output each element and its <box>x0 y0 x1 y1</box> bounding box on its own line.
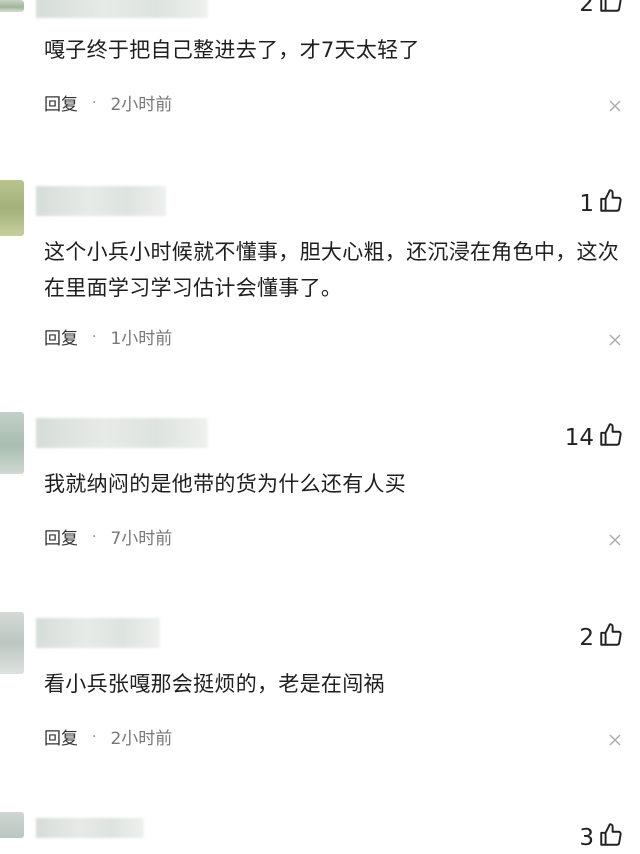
avatar[interactable] <box>0 412 24 474</box>
thumbs-up-icon <box>598 822 624 854</box>
comment-text: 看小兵张嘎那会挺烦的，老是在闯祸 <box>44 672 385 696</box>
comment-meta: 回复 · 7小时前 <box>44 524 173 550</box>
close-icon[interactable] <box>608 532 622 546</box>
separator-dot: · <box>92 328 97 345</box>
reply-button[interactable]: 回复 <box>44 90 78 115</box>
comment-time: 1小时前 <box>110 329 173 349</box>
like-button[interactable]: 1 <box>579 188 624 220</box>
thumbs-up-icon <box>598 422 624 454</box>
comment-text: 这个小兵小时候就不懂事，胆大心粗，还沉浸在角色中，这次在里面学习学习估计会懂事了… <box>44 240 620 300</box>
like-count: 14 <box>564 425 594 451</box>
comment-meta: 回复 · 2小时前 <box>44 90 173 116</box>
username-blurred <box>36 418 208 448</box>
separator-dot: · <box>92 528 97 545</box>
like-count: 2 <box>579 0 594 17</box>
thumbs-up-icon <box>598 0 624 20</box>
like-count: 2 <box>579 625 594 651</box>
separator-dot: · <box>92 728 97 745</box>
comment-meta: 回复 · 2小时前 <box>44 724 173 750</box>
like-count: 3 <box>579 825 594 851</box>
separator-dot: · <box>92 94 97 111</box>
avatar[interactable] <box>0 180 24 236</box>
username-blurred <box>36 618 160 648</box>
close-icon[interactable] <box>608 98 622 112</box>
close-icon[interactable] <box>608 732 622 746</box>
like-button[interactable]: 2 <box>579 0 624 20</box>
reply-button[interactable]: 回复 <box>44 724 78 749</box>
username-blurred <box>36 0 208 18</box>
comment-time: 2小时前 <box>110 729 173 749</box>
thumbs-up-icon <box>598 622 624 654</box>
like-button[interactable]: 14 <box>565 422 624 454</box>
thumbs-up-icon <box>598 188 624 220</box>
like-button[interactable]: 2 <box>579 622 624 654</box>
avatar[interactable] <box>0 612 24 674</box>
like-count: 1 <box>579 191 594 217</box>
username-blurred <box>36 818 144 838</box>
comment-time: 2小时前 <box>110 95 173 115</box>
comment-text: 我就纳闷的是他带的货为什么还有人买 <box>44 472 407 496</box>
comment-meta: 回复 · 1小时前 <box>44 324 173 350</box>
username-blurred <box>36 186 166 216</box>
reply-button[interactable]: 回复 <box>44 324 78 349</box>
close-icon[interactable] <box>608 332 622 346</box>
comment-text: 嘎子终于把自己整进去了，才7天太轻了 <box>44 38 420 62</box>
avatar[interactable] <box>0 812 24 838</box>
like-button[interactable]: 3 <box>579 822 624 854</box>
avatar[interactable] <box>0 0 24 12</box>
comment-time: 7小时前 <box>110 529 173 549</box>
reply-button[interactable]: 回复 <box>44 524 78 549</box>
